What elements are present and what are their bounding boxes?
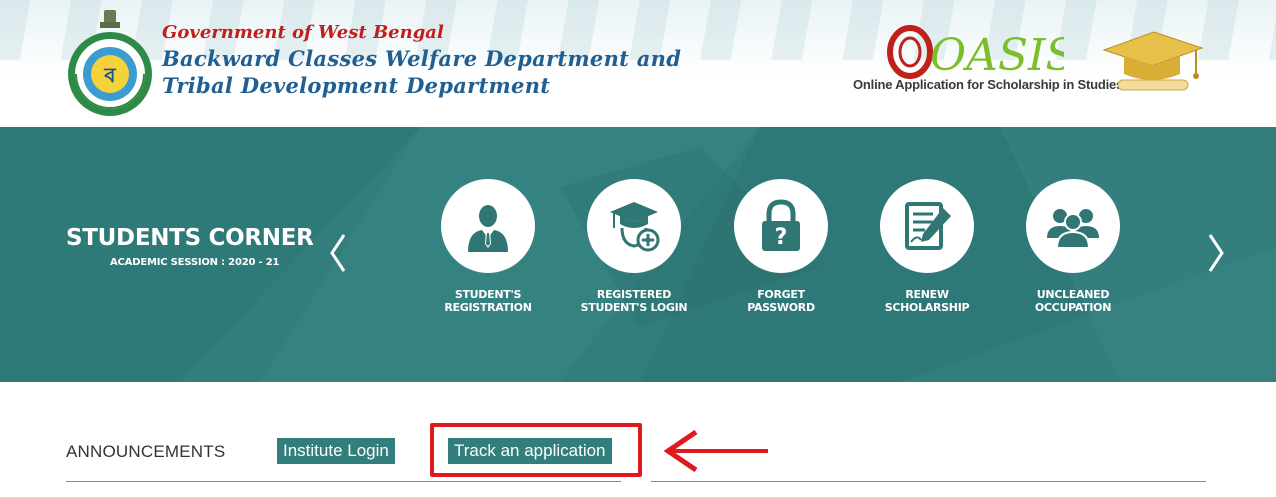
divider-right xyxy=(651,481,1206,482)
tile-student-registration-circle[interactable] xyxy=(441,179,535,273)
tile-registered-student-login-label: REGISTERED STUDENT'S LOGIN xyxy=(580,288,688,314)
tile-forget-password-label: FORGET PASSWORD xyxy=(747,288,815,314)
oasis-tagline: Online Application for Scholarship in St… xyxy=(853,77,1124,92)
institute-login-button[interactable]: Institute Login xyxy=(277,438,395,464)
site-header: ব Government of West Bengal Backward Cla… xyxy=(0,0,1276,127)
form-edit-icon xyxy=(905,202,951,250)
graduation-cap-icon xyxy=(1102,31,1204,91)
svg-text:?: ? xyxy=(775,225,788,250)
tile-renew-scholarship[interactable]: RENEW SCHOLARSHIP xyxy=(857,179,997,319)
graduate-login-icon xyxy=(610,202,660,252)
tile-registered-student-login-circle[interactable] xyxy=(587,179,681,273)
west-bengal-emblem-icon: ব xyxy=(68,10,152,116)
students-corner-banner: STUDENTS CORNER ACADEMIC SESSION : 2020 … xyxy=(0,127,1276,382)
academic-session-label: ACADEMIC SESSION : 2020 - 21 xyxy=(110,257,280,268)
announcements-tab[interactable]: ANNOUNCEMENTS xyxy=(66,442,225,462)
department-title-line-2: Tribal Development Department xyxy=(162,73,551,98)
tile-renew-scholarship-label: RENEW SCHOLARSHIP xyxy=(884,288,970,314)
tile-student-registration-label: STUDENT'S REGISTRATION xyxy=(444,288,532,314)
tile-forget-password[interactable]: ? FORGET PASSWORD xyxy=(711,179,851,319)
oasis-logo: OASIS xyxy=(887,25,1064,80)
carousel-prev-arrow-icon[interactable] xyxy=(326,231,350,275)
svg-text:ব: ব xyxy=(103,63,116,87)
tile-uncleaned-occupation[interactable]: UNCLEANED OCCUPATION xyxy=(1003,179,1143,319)
students-corner-title: STUDENTS CORNER xyxy=(66,225,314,251)
government-title: Government of West Bengal xyxy=(162,22,444,43)
tile-renew-scholarship-circle[interactable] xyxy=(880,179,974,273)
tile-uncleaned-occupation-label: UNCLEANED OCCUPATION xyxy=(1034,288,1112,314)
lock-icon: ? xyxy=(762,199,800,251)
tile-uncleaned-occupation-circle[interactable] xyxy=(1026,179,1120,273)
carousel-next-arrow-icon[interactable] xyxy=(1204,231,1228,275)
tile-registered-student-login[interactable]: REGISTERED STUDENT'S LOGIN xyxy=(564,179,704,319)
divider-left xyxy=(66,481,621,482)
group-icon xyxy=(1047,209,1099,249)
red-arrow-left-icon xyxy=(663,429,768,473)
tile-forget-password-circle[interactable]: ? xyxy=(734,179,828,273)
department-title-line-1: Backward Classes Welfare Department and xyxy=(162,46,682,71)
tile-student-registration[interactable]: STUDENT'S REGISTRATION xyxy=(418,179,558,319)
student-icon xyxy=(468,205,508,252)
oasis-logo-text: OASIS xyxy=(930,30,1064,80)
highlight-box-annotation xyxy=(430,423,642,477)
